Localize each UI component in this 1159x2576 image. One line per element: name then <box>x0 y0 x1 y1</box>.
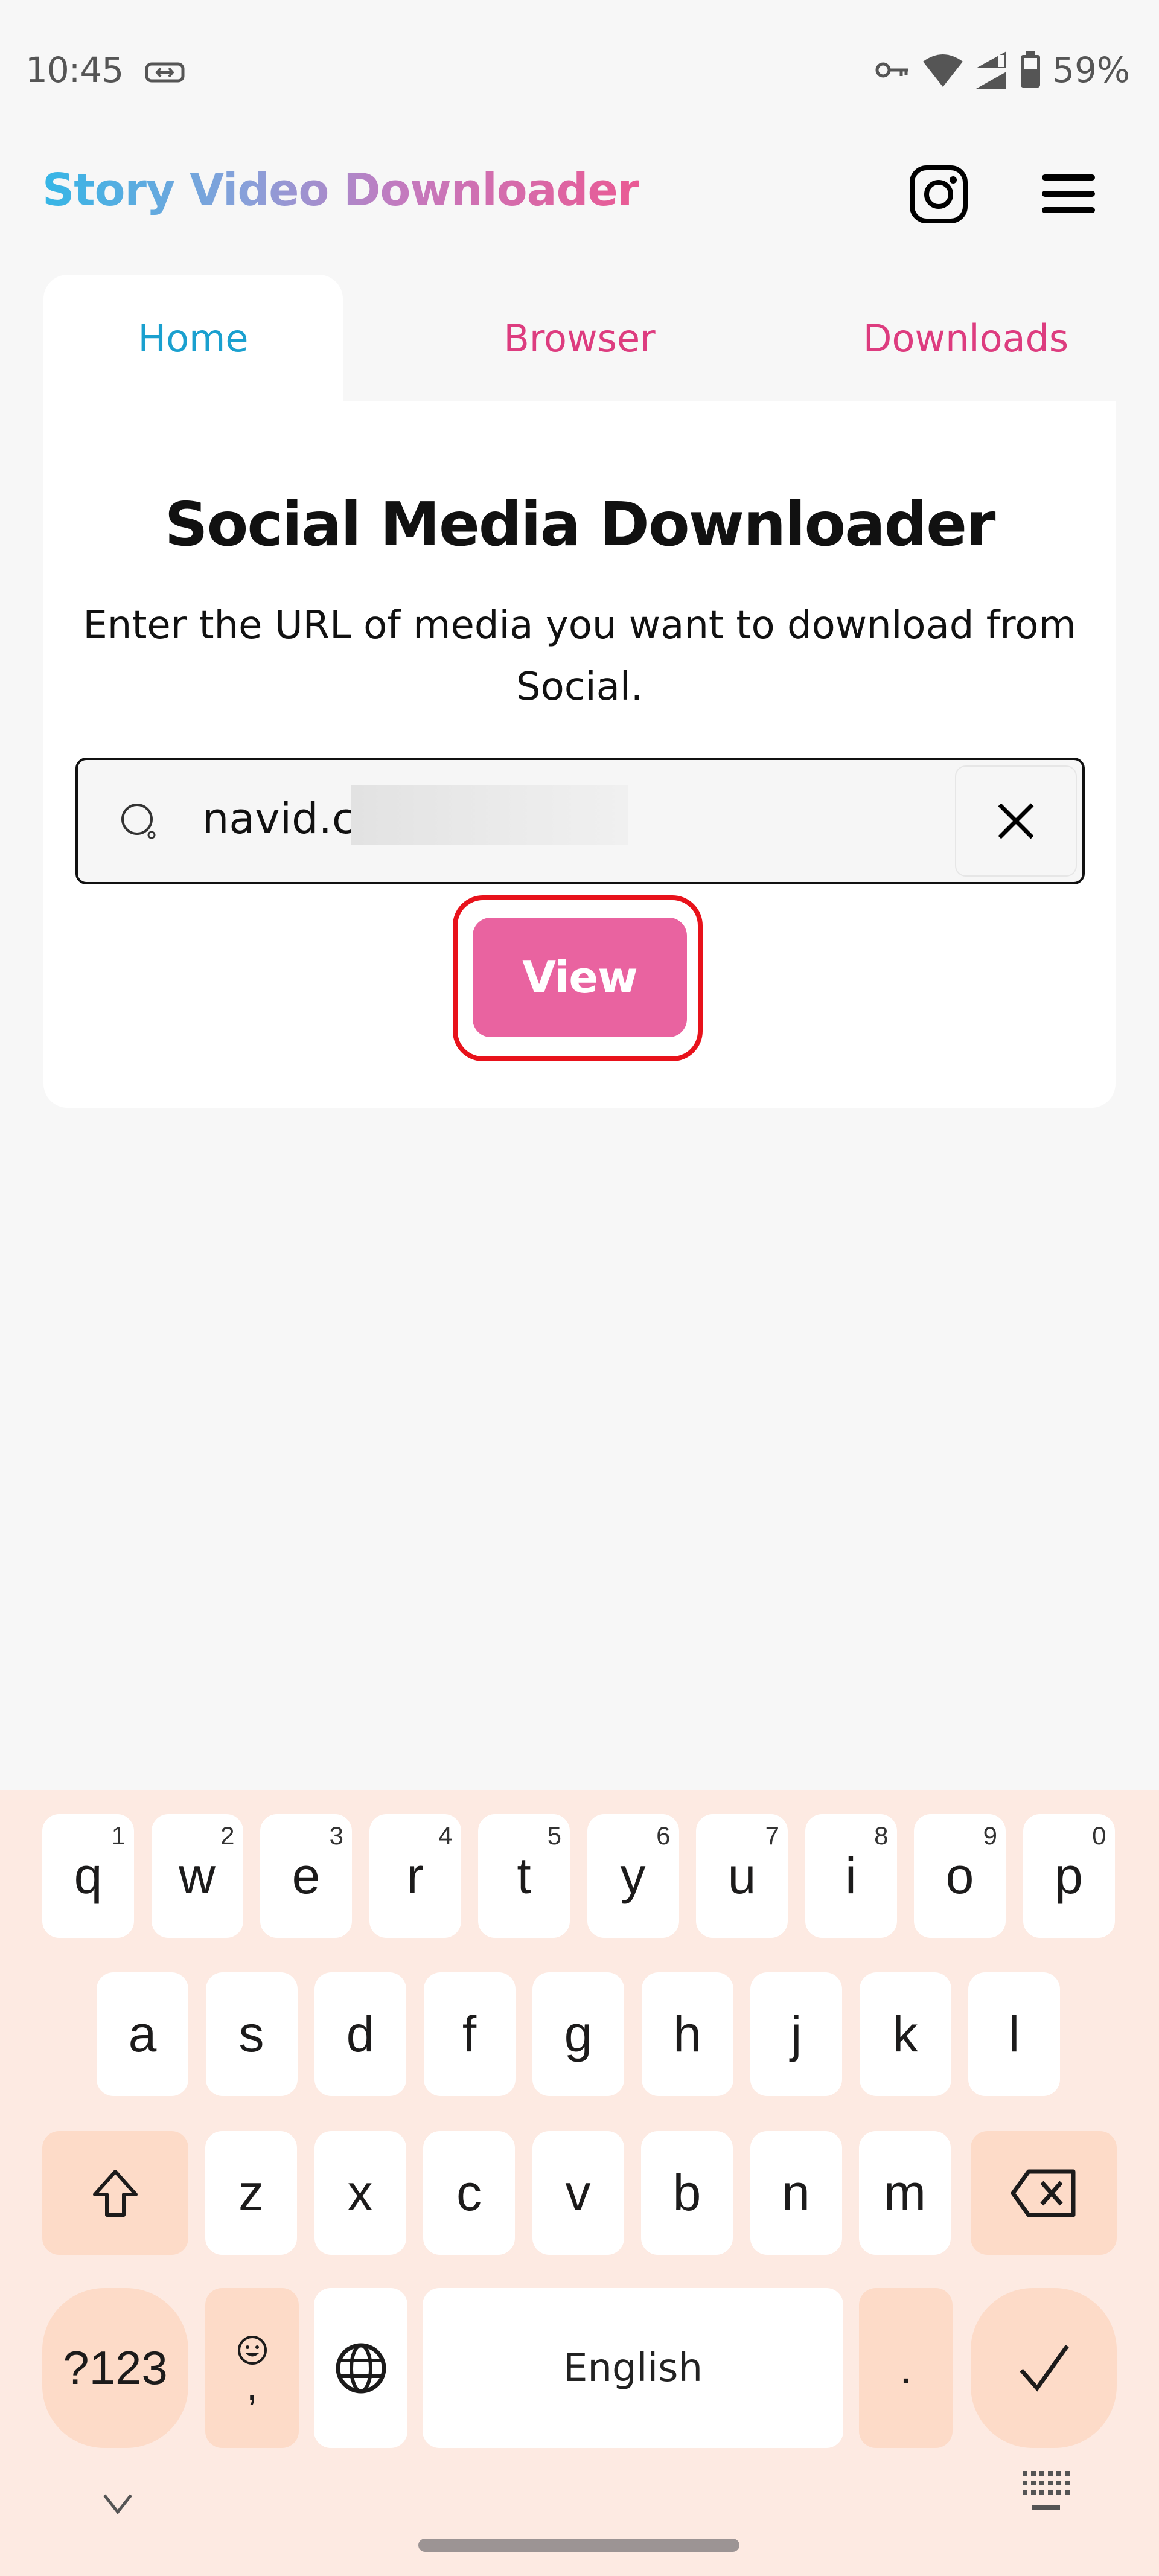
globe-icon <box>336 2343 386 2393</box>
key-n[interactable]: n <box>750 2131 842 2255</box>
key-u[interactable]: u7 <box>696 1814 788 1938</box>
key-q[interactable]: q1 <box>42 1814 134 1938</box>
key-k[interactable]: k <box>859 1972 951 2096</box>
key-label: o <box>945 1847 974 1904</box>
page-subtitle: Enter the URL of media you want to downl… <box>83 603 1076 709</box>
key-hint: 2 <box>220 1821 235 1850</box>
key-hint: 8 <box>874 1821 889 1850</box>
key-label: r <box>406 1847 424 1904</box>
status-time: 10:45 <box>25 50 124 91</box>
key-label: w <box>179 1847 216 1904</box>
key-j[interactable]: j <box>750 1972 842 2096</box>
page-heading: Social Media Downloader <box>164 489 996 560</box>
link-icon <box>145 62 185 83</box>
key-c[interactable]: c <box>423 2131 515 2255</box>
key-l[interactable]: l <box>968 1972 1060 2096</box>
key-g[interactable]: g <box>532 1972 624 2096</box>
key-hint: 5 <box>547 1821 561 1850</box>
instagram-icon[interactable] <box>908 164 969 225</box>
vpn-key-icon <box>875 62 909 78</box>
hide-keyboard-chevron-icon[interactable] <box>100 2484 136 2520</box>
wifi-icon <box>923 54 963 87</box>
key-e[interactable]: e3 <box>260 1814 352 1938</box>
key-hint: 1 <box>111 1821 126 1850</box>
key-m[interactable]: m <box>859 2131 951 2255</box>
key-w[interactable]: w2 <box>151 1814 243 1938</box>
tab-home[interactable]: Home <box>43 275 343 401</box>
backspace-key[interactable] <box>971 2131 1117 2255</box>
language-key[interactable] <box>314 2288 407 2448</box>
key-x[interactable]: x <box>314 2131 406 2255</box>
key-label: t <box>517 1847 531 1904</box>
key-hint: 3 <box>329 1821 343 1850</box>
key-hint: 7 <box>765 1821 779 1850</box>
battery-percent: 59% <box>1052 50 1130 91</box>
key-a[interactable]: a <box>97 1972 188 2096</box>
tab-downloads[interactable]: Downloads <box>809 275 1123 401</box>
keyboard-switch-icon[interactable] <box>1019 2466 1073 2520</box>
menu-icon[interactable] <box>1039 172 1097 216</box>
tab-browser[interactable]: Browser <box>423 275 736 401</box>
key-hint: 0 <box>1092 1821 1106 1850</box>
shift-icon <box>93 2169 138 2217</box>
key-p[interactable]: p0 <box>1023 1814 1115 1938</box>
key-hint: 4 <box>438 1821 453 1850</box>
home-gesture-bar[interactable] <box>418 2539 739 2552</box>
period-key[interactable]: . <box>859 2288 953 2448</box>
app-title: Story Video Downloader <box>42 164 639 216</box>
key-hint: 9 <box>983 1821 997 1850</box>
key-t[interactable]: t5 <box>478 1814 570 1938</box>
key-d[interactable]: d <box>314 1972 406 2096</box>
key-y[interactable]: y6 <box>587 1814 679 1938</box>
key-v[interactable]: v <box>532 2131 624 2255</box>
shift-key[interactable] <box>42 2131 188 2255</box>
url-input-value[interactable]: navid.c <box>202 794 355 843</box>
key-r[interactable]: r4 <box>369 1814 461 1938</box>
key-label: i <box>845 1847 857 1904</box>
space-key[interactable]: English <box>423 2288 843 2448</box>
comma-label: , <box>246 2361 258 2409</box>
enter-key[interactable] <box>971 2288 1117 2448</box>
key-b[interactable]: b <box>641 2131 733 2255</box>
check-icon <box>1020 2344 1069 2392</box>
key-label: y <box>620 1847 646 1904</box>
symbols-key[interactable]: ?123 <box>42 2288 188 2448</box>
clear-input-button[interactable] <box>955 765 1077 877</box>
key-label: u <box>727 1847 756 1904</box>
key-h[interactable]: h <box>641 1972 733 2096</box>
key-i[interactable]: i8 <box>805 1814 897 1938</box>
emoji-comma-key[interactable]: , <box>205 2288 299 2448</box>
key-z[interactable]: z <box>205 2131 297 2255</box>
close-icon <box>998 803 1034 839</box>
battery-icon <box>1021 51 1041 88</box>
key-hint: 6 <box>656 1821 671 1850</box>
key-label: p <box>1055 1847 1083 1904</box>
view-button[interactable]: View <box>473 918 687 1037</box>
backspace-icon <box>1011 2169 1076 2217</box>
key-s[interactable]: s <box>205 1972 298 2096</box>
redacted-region <box>351 785 628 845</box>
signal-icon <box>976 51 1007 89</box>
key-o[interactable]: o9 <box>914 1814 1006 1938</box>
key-label: e <box>292 1847 321 1904</box>
key-label: q <box>74 1847 103 1904</box>
status-icons: 59% <box>875 50 1130 91</box>
key-f[interactable]: f <box>423 1972 516 2096</box>
search-icon <box>121 804 156 839</box>
